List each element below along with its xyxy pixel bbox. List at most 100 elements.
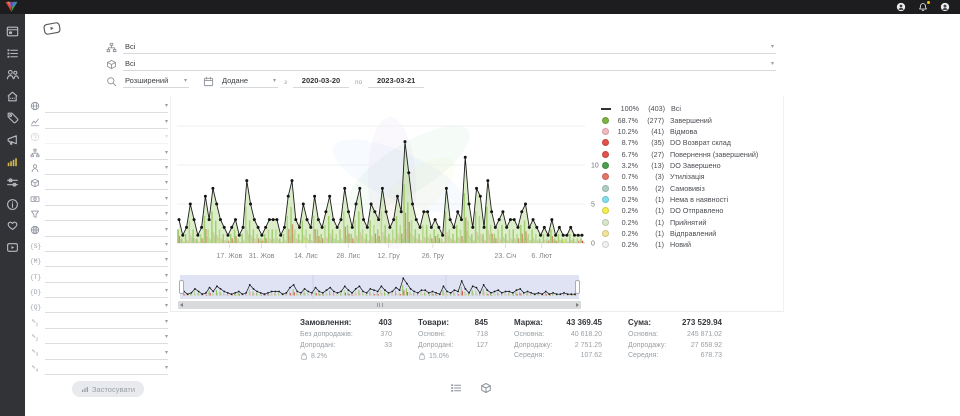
panel-filter-pencil-3[interactable]: ✎3▾ xyxy=(30,344,168,359)
listview-icon xyxy=(450,382,462,394)
chevron-down-icon: ▾ xyxy=(165,165,168,172)
svg-text:12. Гру: 12. Гру xyxy=(377,253,400,260)
sliders-icon xyxy=(6,176,19,189)
sidebar-item-megaphone[interactable] xyxy=(6,133,19,146)
search-icon xyxy=(106,76,117,87)
user-button[interactable] xyxy=(896,2,906,12)
legend-item[interactable]: 0.2%(1)Новий xyxy=(601,239,783,250)
panel-filter-brace-s[interactable]: {S}▾ xyxy=(30,237,168,252)
stats-column: Товари:845Основні:718Допродані:12715.0% xyxy=(418,318,488,362)
legend-item[interactable]: 0.2%(1)Відправлений xyxy=(601,228,783,239)
stats-column: Замовлення:403Без допродажів:370Допродан… xyxy=(300,318,392,362)
stats-sub-label: Допродажу: xyxy=(628,341,666,352)
chevron-down-icon: ▾ xyxy=(165,319,168,326)
panel-filter-brace-q[interactable]: {Q}▾ xyxy=(30,298,168,313)
legend-dot-swatch xyxy=(602,139,609,146)
sidebar-item-info[interactable] xyxy=(6,198,19,211)
status-filter-select[interactable]: Всі ▾ xyxy=(123,43,776,54)
chevron-down-icon: ▾ xyxy=(165,303,168,310)
search-mode-select[interactable]: Розширений ▾ xyxy=(123,77,189,88)
apply-button-label: Застосувати xyxy=(92,385,135,394)
pencil-icon: ✎4 xyxy=(30,364,40,373)
stats-sub-value: 718 xyxy=(476,330,488,341)
chart-overview-brush[interactable] xyxy=(180,275,579,299)
stats-sub-value: 370 xyxy=(380,330,392,341)
legend-item[interactable]: 0.7%(3)Утилізація xyxy=(601,171,783,182)
legend-item[interactable]: 3.2%(13)DO Завершено xyxy=(601,160,783,171)
legend-percent: 8.7% xyxy=(614,138,638,147)
apply-button[interactable]: Застосувати xyxy=(72,381,144,397)
stats-sub-value: 127 xyxy=(476,341,488,352)
legend-dot-swatch xyxy=(602,230,609,237)
sidebar-item-video[interactable] xyxy=(6,241,19,254)
legend-item[interactable]: 68.7%(277)Завершений xyxy=(601,114,783,125)
svg-text:17. Жов: 17. Жов xyxy=(217,253,243,260)
search-mode-value: Розширений xyxy=(125,77,168,85)
panel-filter-brace-m[interactable]: {M}▾ xyxy=(30,252,168,267)
panel-filter-pencil-2[interactable]: ✎2▾ xyxy=(30,329,168,344)
scrollbar-grip[interactable] xyxy=(377,303,383,307)
scroll-left-arrow[interactable] xyxy=(180,303,183,307)
legend-percent: 3.2% xyxy=(614,161,638,170)
panel-filter-trend[interactable]: ▾ xyxy=(30,113,168,128)
topbar xyxy=(0,0,960,14)
brush-handle-right[interactable] xyxy=(575,280,580,294)
calendar-icon xyxy=(203,76,214,87)
legend-item[interactable]: 10.2%(41)Відмова xyxy=(601,126,783,137)
profile-button[interactable] xyxy=(940,2,950,12)
legend-label: Відмова xyxy=(670,127,697,136)
date-to-input[interactable]: 2023-03-21 xyxy=(368,77,424,88)
listview-toggle-button[interactable] xyxy=(450,382,462,394)
legend-item[interactable]: 100%(403)Всі xyxy=(601,103,783,114)
panel-filter-person[interactable]: ▾ xyxy=(30,160,168,175)
video-tour-button[interactable] xyxy=(42,20,62,37)
legend-label: Самовивіз xyxy=(670,184,705,193)
legend-count: (27) xyxy=(638,150,664,159)
legend-count: (3) xyxy=(638,172,664,181)
sidebar-item-dashboard[interactable] xyxy=(6,25,19,38)
date-from-input[interactable]: 2020-03-20 xyxy=(293,77,349,88)
panel-filter-brace-d[interactable]: {D}▾ xyxy=(30,283,168,298)
legend-item[interactable]: 0.5%(2)Самовивіз xyxy=(601,182,783,193)
legend-label: Завершений xyxy=(670,116,712,125)
trend-icon xyxy=(30,117,40,127)
app-root: Всі ▾ Всі ▾ Розширений ▾ Додане ▾ з 2020… xyxy=(0,0,960,416)
legend-item[interactable]: 6.7%(27)Повернення (завершений) xyxy=(601,148,783,159)
heart-icon xyxy=(6,219,19,232)
legend-percent: 6.7% xyxy=(614,150,638,159)
cube-toggle-button[interactable] xyxy=(480,382,492,394)
panel-filter-funnel[interactable]: ▾ xyxy=(30,206,168,221)
panel-filter-help[interactable]: ▾ xyxy=(30,129,168,144)
legend-item[interactable]: 0.2%(1)DO Отправлено xyxy=(601,205,783,216)
panel-filter-web[interactable]: ▾ xyxy=(30,221,168,236)
product-filter-select[interactable]: Всі ▾ xyxy=(123,60,776,71)
legend-dot-swatch xyxy=(602,185,609,192)
sidebar-item-customers[interactable] xyxy=(6,68,19,81)
sidebar-item-orders[interactable] xyxy=(6,47,19,60)
panel-filter-pencil-4[interactable]: ✎4▾ xyxy=(30,360,168,375)
legend-count: (1) xyxy=(638,206,664,215)
sidebar-item-stats[interactable] xyxy=(6,155,19,168)
chart-scrollbar[interactable] xyxy=(178,301,581,309)
scroll-right-arrow[interactable] xyxy=(576,303,579,307)
panel-filter-globe[interactable]: ▾ xyxy=(30,98,168,113)
sidebar-item-heart[interactable] xyxy=(6,219,19,232)
panel-filter-money[interactable]: ▾ xyxy=(30,190,168,205)
brush-handle-left[interactable] xyxy=(179,280,184,294)
sidebar-item-tag[interactable] xyxy=(6,111,19,124)
stats-sub-value: 33 xyxy=(384,341,392,352)
store-icon xyxy=(6,90,19,103)
stats-title: Маржа: xyxy=(514,318,543,327)
legend-item[interactable]: 8.7%(35)DO Возврат склад xyxy=(601,137,783,148)
panel-filter-sitemap[interactable]: ▾ xyxy=(30,144,168,159)
panel-filter-pencil-1[interactable]: ✎1▾ xyxy=(30,313,168,328)
date-field-select[interactable]: Додане ▾ xyxy=(220,77,278,88)
orders-chart[interactable]: 051017. Жов31. Жов14. Лис28. Лис12. Гру2… xyxy=(177,98,609,264)
panel-filter-cube[interactable]: ▾ xyxy=(30,175,168,190)
notifications-button[interactable] xyxy=(918,2,928,12)
legend-item[interactable]: 0.2%(1)Прийнятий xyxy=(601,216,783,227)
sidebar-item-sliders[interactable] xyxy=(6,176,19,189)
legend-item[interactable]: 0.2%(1)Нема в наявності xyxy=(601,194,783,205)
sidebar-item-store[interactable] xyxy=(6,90,19,103)
panel-filter-brace-t[interactable]: {T}▾ xyxy=(30,267,168,282)
